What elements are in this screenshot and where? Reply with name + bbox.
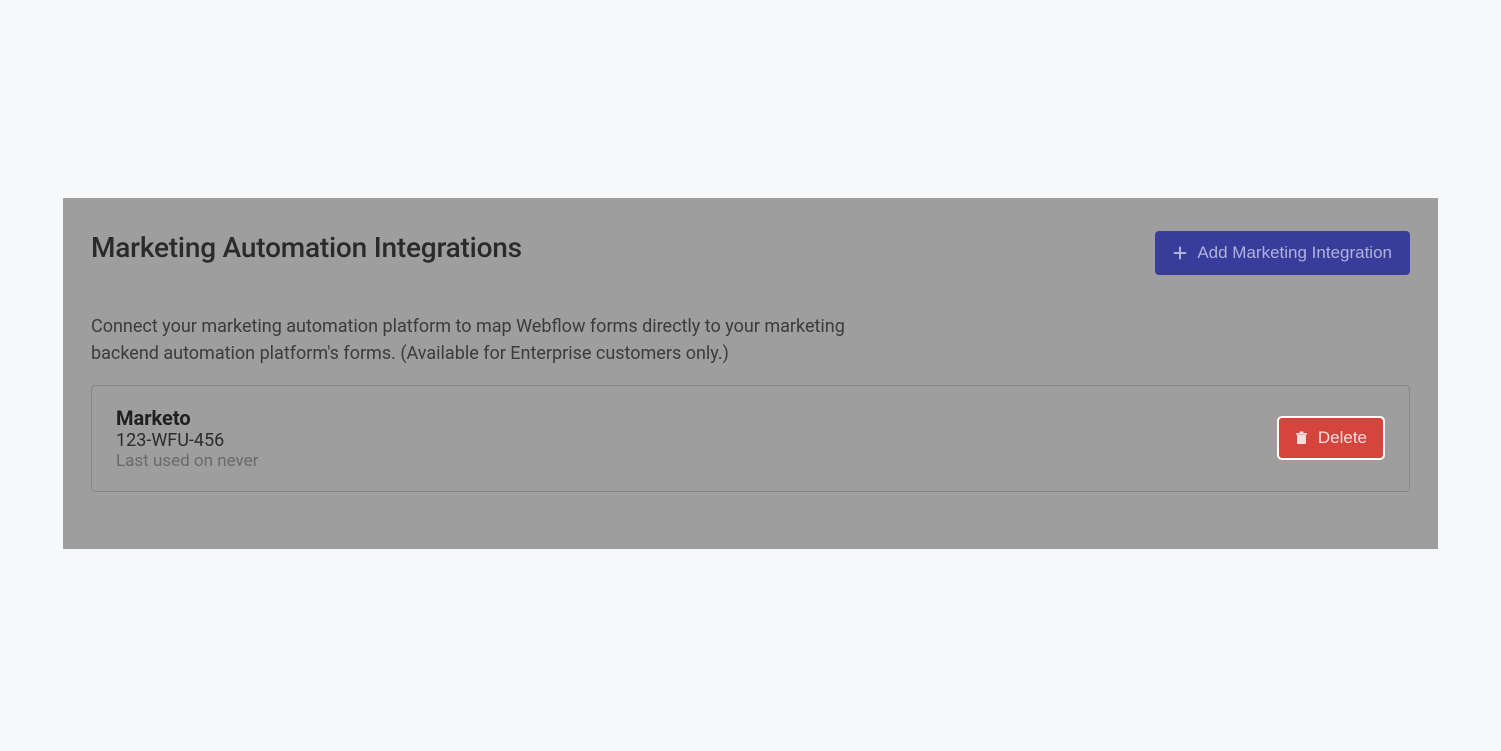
plus-icon <box>1173 246 1187 260</box>
integration-info: Marketo 123-WFU-456 Last used on never <box>116 406 258 471</box>
trash-icon <box>1295 431 1309 445</box>
delete-button-label: Delete <box>1318 427 1367 449</box>
panel-title: Marketing Automation Integrations <box>91 231 522 264</box>
delete-integration-button[interactable]: Delete <box>1277 416 1385 460</box>
integration-name: Marketo <box>116 406 258 430</box>
add-marketing-integration-button[interactable]: Add Marketing Integration <box>1155 231 1410 275</box>
panel-description: Connect your marketing automation platfo… <box>91 313 891 367</box>
integration-card: Marketo 123-WFU-456 Last used on never D… <box>91 385 1410 492</box>
integration-last-used: Last used on never <box>116 451 258 471</box>
panel-header: Marketing Automation Integrations Add Ma… <box>91 231 1410 275</box>
integration-id: 123-WFU-456 <box>116 430 258 451</box>
integrations-panel: Marketing Automation Integrations Add Ma… <box>63 198 1438 549</box>
add-button-label: Add Marketing Integration <box>1197 241 1392 265</box>
